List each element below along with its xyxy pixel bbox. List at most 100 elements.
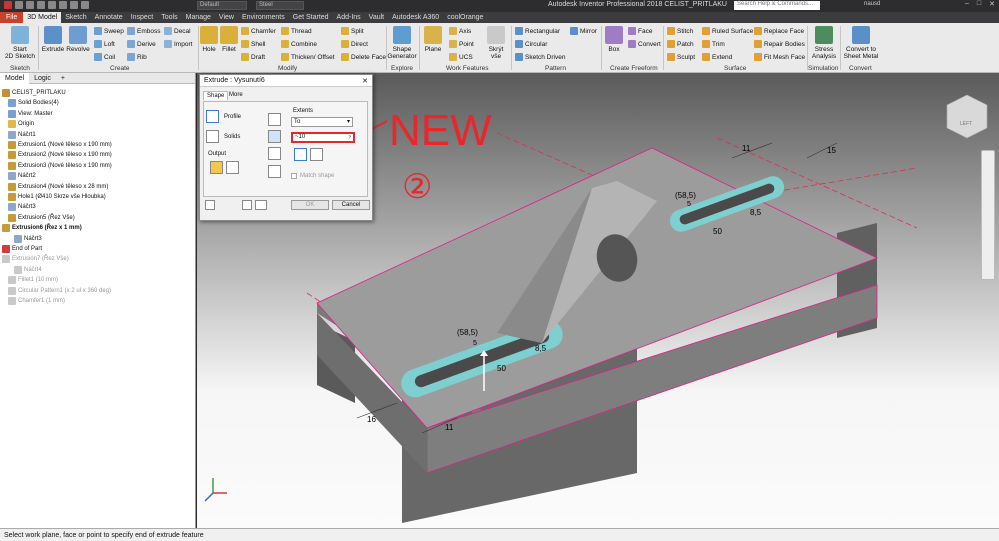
plane-button[interactable]: Plane — [422, 26, 444, 53]
navigation-bar[interactable] — [981, 150, 995, 280]
tree-item[interactable]: Extrusion1 (Nové těleso x 190 mm) — [0, 140, 112, 150]
tree-item[interactable]: Hole1 (Ø410 Skrze vše Hloubka) — [0, 192, 106, 202]
ok-button[interactable]: OK — [291, 200, 329, 210]
combine-button[interactable]: Combine — [281, 40, 317, 48]
tab-shape[interactable]: Shape — [203, 91, 229, 100]
glasses-preview-icon[interactable] — [255, 200, 267, 210]
shell-button[interactable]: Shell — [241, 40, 265, 48]
browser-tab-add[interactable]: + — [56, 75, 70, 82]
join-button[interactable] — [268, 113, 281, 126]
minimize-icon[interactable]: – — [965, 0, 969, 8]
tree-item[interactable]: End of Part — [0, 244, 42, 254]
dimension-text[interactable]: (58,5) — [675, 191, 696, 200]
split-button[interactable]: Split — [341, 27, 364, 35]
tab-coolorange[interactable]: coolOrange — [443, 12, 487, 23]
trim-button[interactable]: Trim — [702, 40, 725, 48]
browser-tab-logic[interactable]: Logic — [29, 75, 56, 82]
ruled-surface-button[interactable]: Ruled Surface — [702, 27, 753, 35]
profile-selector[interactable] — [206, 110, 219, 123]
revolve-button[interactable]: Revolve — [66, 26, 90, 53]
ucs-button[interactable]: UCS — [449, 53, 473, 61]
rectangular-pattern-button[interactable]: Rectangular — [515, 27, 560, 35]
rib-button[interactable]: Rib — [127, 53, 147, 61]
tree-item[interactable]: Extrusion7 (Řez Vše) — [0, 254, 69, 264]
tree-item[interactable]: Fillet1 (10 mm) — [0, 275, 58, 285]
intersect-button[interactable] — [268, 147, 281, 160]
tab-file[interactable]: File — [0, 12, 24, 23]
help-button[interactable] — [205, 200, 215, 210]
tab-manage[interactable]: Manage — [182, 12, 215, 23]
tree-item[interactable]: View: Master — [0, 109, 53, 119]
viewcube[interactable] — [946, 94, 988, 139]
replace-face-button[interactable]: Replace Face — [754, 27, 804, 35]
tree-item[interactable]: CELIST_PRITLAKU — [0, 88, 66, 98]
tab-view[interactable]: View — [215, 12, 238, 23]
tree-item[interactable]: Náčrt3 — [0, 234, 42, 244]
mirror-button[interactable]: Mirror — [570, 27, 597, 35]
delete-face-button[interactable]: Delete Face — [341, 53, 386, 61]
dimension-text[interactable]: 50 — [497, 364, 506, 373]
coil-button[interactable]: Coil — [94, 53, 115, 61]
tree-item[interactable]: Chamfer1 (1 mm) — [0, 296, 65, 306]
tab-add-ins[interactable]: Add-Ins — [333, 12, 365, 23]
tab-annotate[interactable]: Annotate — [91, 12, 127, 23]
tree-item[interactable]: Extrusion3 (Nové těleso x 190 mm) — [0, 161, 112, 171]
dimension-text[interactable]: 11 — [445, 423, 454, 432]
chamfer-button[interactable]: Chamfer — [241, 27, 276, 35]
distance-input[interactable]: ~10 › — [291, 132, 355, 143]
dimension-text[interactable]: 50 — [713, 227, 722, 236]
dimension-text[interactable]: 8,5 — [535, 344, 547, 353]
match-shape-checkbox[interactable] — [291, 173, 297, 179]
checkmark-icon[interactable] — [242, 200, 252, 210]
dimension-text[interactable]: 16 — [367, 415, 376, 424]
derive-button[interactable]: Derive — [127, 40, 156, 48]
fillet-button[interactable]: Fillet — [220, 26, 238, 53]
loft-button[interactable]: Loft — [94, 40, 115, 48]
extents-dropdown[interactable]: To ▾ — [291, 117, 353, 127]
tab-vault[interactable]: Vault — [365, 12, 388, 23]
direction-button[interactable] — [294, 148, 307, 161]
user-name[interactable]: nausd — [864, 1, 880, 7]
browser-tab-model[interactable]: Model — [0, 72, 30, 84]
tab-more[interactable]: More — [226, 91, 246, 99]
close-icon[interactable]: ✕ — [989, 0, 995, 8]
hole-button[interactable]: Hole — [200, 26, 218, 53]
freeform-convert-button[interactable]: Convert — [628, 40, 661, 48]
material-combo[interactable]: Steel — [256, 1, 304, 10]
tab-sketch[interactable]: Sketch — [61, 12, 90, 23]
stress-analysis-button[interactable]: Stress Analysis — [810, 26, 838, 60]
tab-a360[interactable]: Autodesk A360 — [388, 12, 443, 23]
stitch-button[interactable]: Stitch — [667, 27, 693, 35]
emboss-button[interactable]: Emboss — [127, 27, 160, 35]
cut-button[interactable] — [268, 130, 281, 143]
cancel-button[interactable]: Cancel — [332, 200, 370, 210]
dialog-close-icon[interactable]: ✕ — [362, 77, 368, 85]
shape-generator-button[interactable]: Shape Generator — [387, 26, 417, 60]
point-button[interactable]: Point — [449, 40, 474, 48]
tab-tools[interactable]: Tools — [157, 12, 181, 23]
tree-item[interactable]: Circular Pattern1 (x 2 ul x 360 deg) — [0, 286, 111, 296]
hide-all-button[interactable]: Skrýt vše — [484, 26, 508, 60]
tab-inspect[interactable]: Inspect — [127, 12, 158, 23]
patch-button[interactable]: Patch — [667, 40, 694, 48]
tree-item[interactable]: Náčrt1 — [0, 130, 36, 140]
repair-bodies-button[interactable]: Repair Bodies — [754, 40, 805, 48]
solids-selector[interactable] — [206, 130, 219, 143]
circular-pattern-button[interactable]: Circular — [515, 40, 547, 48]
tab-get-started[interactable]: Get Started — [289, 12, 333, 23]
tab-environments[interactable]: Environments — [238, 12, 289, 23]
direction-flip-button[interactable] — [310, 148, 323, 161]
new-solid-button[interactable] — [268, 165, 281, 178]
tree-item[interactable]: Extrusion2 (Nové těleso x 190 mm) — [0, 150, 112, 160]
quick-access-toolbar[interactable] — [4, 1, 89, 9]
axis-button[interactable]: Axis — [449, 27, 471, 35]
decal-button[interactable]: Decal — [164, 27, 191, 35]
start-sketch-button[interactable]: Start 2D Sketch — [4, 26, 36, 60]
extrude-button[interactable]: Extrude — [42, 26, 64, 53]
freeform-face-button[interactable]: Face — [628, 27, 652, 35]
dimension-text[interactable]: 5 — [473, 340, 477, 347]
sweep-button[interactable]: Sweep — [94, 27, 124, 35]
dimension-text[interactable]: 15 — [827, 146, 836, 155]
import-button[interactable]: Import — [164, 40, 192, 48]
tree-item[interactable]: Origin — [0, 119, 34, 129]
